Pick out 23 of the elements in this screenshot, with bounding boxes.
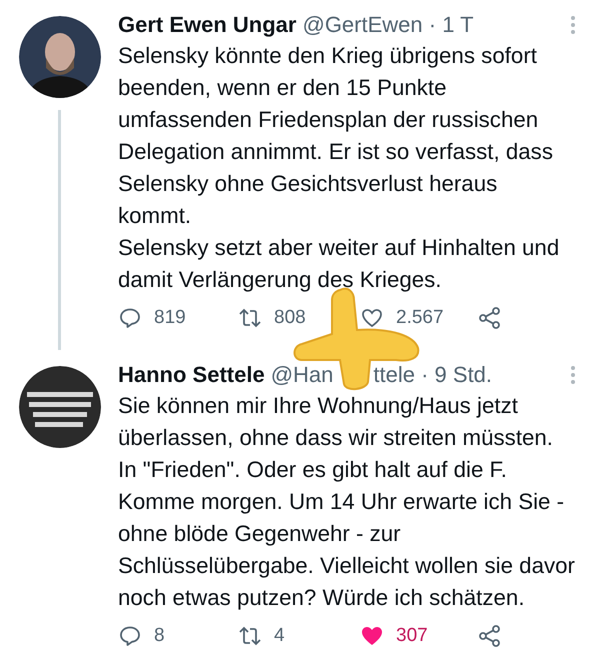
retweet-icon[interactable] — [238, 306, 262, 330]
user-handle: @GertEwen — [302, 12, 423, 37]
reply-count: 819 — [154, 307, 186, 329]
retweet-count: 4 — [274, 625, 285, 647]
retweet-count: 808 — [274, 307, 306, 329]
share-icon[interactable] — [478, 306, 502, 330]
reply-icon[interactable] — [118, 306, 142, 330]
share-icon[interactable] — [478, 624, 502, 648]
author-name[interactable]: Gert Ewen Ungar — [118, 12, 296, 38]
reply-count: 8 — [154, 625, 165, 647]
author-name[interactable]: Hanno Settele — [118, 362, 265, 388]
tweet-text: Selensky könnte den Krieg übrigens sofort beenden, wenn er den 15 Punkte umfassenden Friedensplan der russischen Delegation annimmt. Er ist so verfasst, dass Selensky ohne Gesichtsverlust heraus kommt. Selensky setzt aber weiter auf Hinhalten und damit Verlängerung des Krieges. — [118, 42, 560, 294]
like-count: 307 — [396, 625, 428, 647]
user-handle: @Han — [270, 362, 334, 387]
timestamp[interactable]: · 9 Std. — [415, 362, 492, 387]
like-count: 2.567 — [396, 307, 444, 329]
heart-icon[interactable] — [360, 306, 384, 330]
reply-icon[interactable] — [118, 624, 142, 648]
tweet-text: Sie können mir Ihre Wohnung/Haus jetzt überlassen, ohne dass wir streiten müssten. In "Frieden". Oder es gibt halt auf die F. Komme morgen. Um 14 Uhr erwarte ich Sie - ohne blöde Gegenwehr - zur Schlüsselübergabe. Vielleicht wollen sie davor noch etwas putzen? Würde ich schätzen. — [118, 392, 576, 612]
retweet-icon[interactable] — [238, 624, 262, 648]
user-handle: ttele — [373, 362, 415, 387]
heart-icon[interactable] — [360, 624, 384, 648]
timestamp[interactable]: · 1 T — [422, 12, 474, 37]
